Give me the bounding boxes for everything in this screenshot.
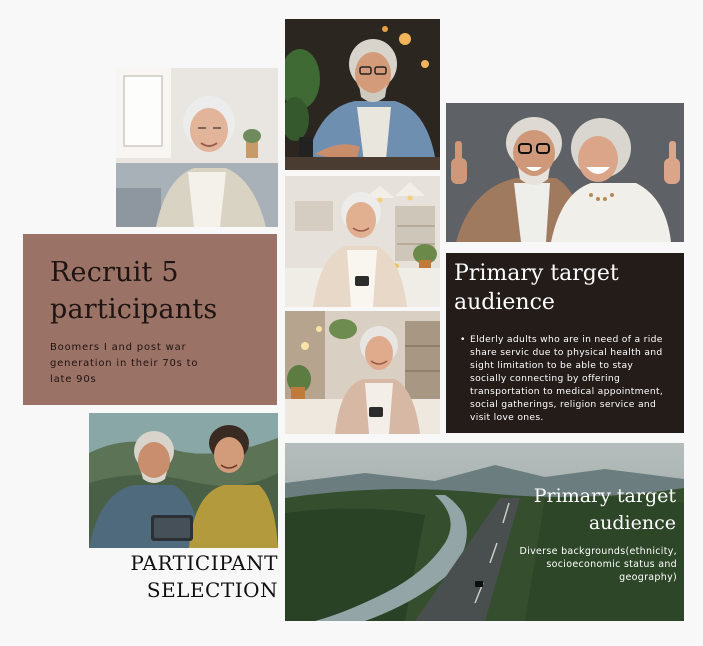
photo-woman-in-kitchen	[285, 176, 440, 307]
landscape-card: Primary target audience Diverse backgrou…	[285, 443, 684, 621]
landscape-title: Primary target audience	[533, 485, 676, 534]
photo-woman-in-cozy-room	[285, 311, 440, 434]
photo-grandfather-and-grandson	[89, 413, 278, 548]
recruit-title: Recruit 5 participants	[50, 257, 218, 325]
target-bullet-item: Elderly adults who are in need of a ride…	[460, 333, 670, 424]
recruit-description: Boomers I and post war generation in the…	[50, 342, 199, 385]
photo-man-with-phone	[285, 19, 440, 170]
photo-couple-thumbs-up	[446, 103, 684, 242]
target-bullet-list: Elderly adults who are in need of a ride…	[460, 333, 670, 424]
target-title: Primary target audience	[454, 261, 619, 315]
recruit-card: Recruit 5 participants Boomers I and pos…	[23, 234, 277, 405]
participant-selection-heading: PARTICIPANT SELECTION	[92, 550, 278, 604]
photo-woman-on-sofa	[116, 68, 278, 227]
selection-line-2: SELECTION	[146, 578, 278, 602]
landscape-description: Diverse backgrounds(ethnicity, socioecon…	[519, 546, 677, 583]
target-audience-card: Primary target audience Elderly adults w…	[446, 253, 684, 433]
selection-line-1: PARTICIPANT	[130, 551, 278, 575]
